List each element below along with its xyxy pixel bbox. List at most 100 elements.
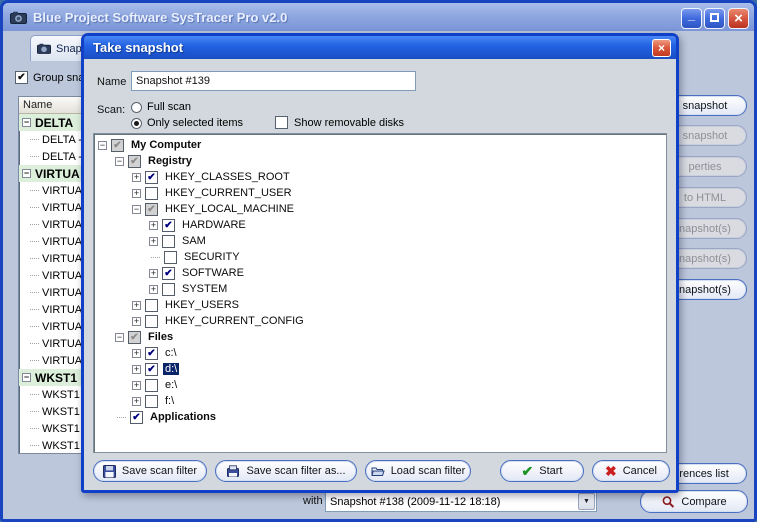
start-button[interactable]: ✔ Start <box>500 460 584 482</box>
tree-row-label[interactable]: d:\ <box>163 363 179 375</box>
checkbox-unchecked-icon[interactable] <box>145 299 158 312</box>
expand-icon[interactable]: + <box>149 237 158 246</box>
collapse-icon[interactable]: − <box>132 205 141 214</box>
checkbox-checked-icon[interactable]: ✔ <box>145 171 158 184</box>
checkbox-checked-icon: ✔ <box>15 71 28 84</box>
expand-icon[interactable]: + <box>132 349 141 358</box>
tree-line <box>151 257 160 258</box>
with-label: with <box>303 495 323 507</box>
tree-row[interactable]: + SAM <box>98 233 666 249</box>
checkbox-checked-icon[interactable]: ✔ <box>130 411 143 424</box>
expand-icon[interactable]: + <box>149 221 158 230</box>
expand-icon[interactable]: + <box>149 285 158 294</box>
client-area: Snaps ✔ Group sna Name −DELTADELTA -DELT… <box>3 31 754 519</box>
group-snapshots-checkbox[interactable]: ✔ Group sna <box>15 71 84 84</box>
collapse-icon[interactable]: − <box>115 157 124 166</box>
tree-row[interactable]: SECURITY <box>98 249 666 265</box>
save-scan-filter-button[interactable]: Save scan filter <box>93 460 207 482</box>
checkbox-tristate-icon[interactable]: ✔ <box>128 155 141 168</box>
tree-row[interactable]: + ✔ d:\ <box>98 361 666 377</box>
checkbox-unchecked-icon[interactable] <box>145 315 158 328</box>
checkbox-unchecked-icon[interactable] <box>145 379 158 392</box>
window-title: Blue Project Software SysTracer Pro v2.0 <box>33 10 287 25</box>
tree-row-label[interactable]: HKEY_CURRENT_USER <box>163 187 294 199</box>
checkbox-tristate-icon[interactable]: ✔ <box>128 331 141 344</box>
tree-row-label[interactable]: Applications <box>148 411 218 423</box>
checkbox-tristate-icon[interactable]: ✔ <box>111 139 124 152</box>
tree-row[interactable]: + f:\ <box>98 393 666 409</box>
tree-line <box>30 394 39 395</box>
compare-snapshot-select[interactable]: Snapshot #138 (2009-11-12 18:18) ▼ <box>325 491 597 512</box>
tree-row[interactable]: + e:\ <box>98 377 666 393</box>
expand-icon[interactable]: + <box>132 381 141 390</box>
checkbox-unchecked-icon[interactable] <box>162 283 175 296</box>
tree-row-label[interactable]: SECURITY <box>182 251 242 263</box>
tree-row[interactable]: + ✔ HARDWARE <box>98 217 666 233</box>
load-scan-filter-button[interactable]: Load scan filter <box>365 460 471 482</box>
radio-full-scan[interactable]: Full scan <box>131 101 191 113</box>
tree-row[interactable]: + ✔ SOFTWARE <box>98 265 666 281</box>
save-scan-filter-as-button[interactable]: Save scan filter as... <box>215 460 357 482</box>
tree-row[interactable]: + HKEY_CURRENT_CONFIG <box>98 313 666 329</box>
tree-row[interactable]: −✔ Registry <box>98 153 666 169</box>
checkbox-unchecked-icon[interactable] <box>164 251 177 264</box>
expand-icon[interactable]: + <box>132 301 141 310</box>
tree-row[interactable]: −✔ My Computer <box>98 137 666 153</box>
checkbox-checked-icon[interactable]: ✔ <box>145 363 158 376</box>
checkbox-unchecked-icon[interactable] <box>162 235 175 248</box>
expand-icon[interactable]: + <box>132 317 141 326</box>
checkbox-unchecked-icon[interactable] <box>145 395 158 408</box>
expand-icon[interactable]: + <box>132 397 141 406</box>
radio-only-selected-items[interactable]: Only selected items <box>131 117 243 129</box>
expand-icon[interactable]: + <box>132 173 141 182</box>
group-snapshots-label: Group sna <box>33 72 84 84</box>
tree-row[interactable]: + HKEY_USERS <box>98 297 666 313</box>
tree-row-label[interactable]: c:\ <box>163 347 179 359</box>
dialog-close-button[interactable]: × <box>652 39 671 57</box>
expand-icon[interactable]: + <box>149 269 158 278</box>
tree-row-label[interactable]: f:\ <box>163 395 176 407</box>
tree-row-label[interactable]: HKEY_CURRENT_CONFIG <box>163 315 306 327</box>
tree-row-label[interactable]: HKEY_USERS <box>163 299 241 311</box>
tree-row[interactable]: −✔ Files <box>98 329 666 345</box>
checkbox-unchecked-icon[interactable] <box>145 187 158 200</box>
tree-row[interactable]: ✔ Applications <box>98 409 666 425</box>
snapshot-name-input[interactable] <box>131 71 416 91</box>
checkbox-tristate-icon[interactable]: ✔ <box>145 203 158 216</box>
expand-icon[interactable]: + <box>132 365 141 374</box>
maximize-button[interactable] <box>704 8 725 29</box>
checkbox-checked-icon[interactable]: ✔ <box>145 347 158 360</box>
tree-row-label[interactable]: e:\ <box>163 379 179 391</box>
tree-row-label[interactable]: HKEY_CLASSES_ROOT <box>163 171 292 183</box>
tree-row-label[interactable]: SOFTWARE <box>180 267 246 279</box>
side-action-label: napshot(s) <box>679 223 731 235</box>
chevron-down-icon[interactable]: ▼ <box>578 493 595 510</box>
cancel-button[interactable]: ✖ Cancel <box>592 460 670 482</box>
collapse-icon[interactable]: − <box>22 373 31 382</box>
tree-row-label[interactable]: SAM <box>180 235 208 247</box>
tree-row-label[interactable]: Registry <box>146 155 194 167</box>
collapse-icon[interactable]: − <box>98 141 107 150</box>
scan-selection-tree: −✔My Computer−✔Registry+✔HKEY_CLASSES_RO… <box>93 133 667 453</box>
close-button[interactable]: × <box>728 8 749 29</box>
collapse-icon[interactable]: − <box>22 169 31 178</box>
minimize-button[interactable]: _ <box>681 8 702 29</box>
compare-button[interactable]: Compare <box>640 490 748 513</box>
tree-row-label[interactable]: My Computer <box>129 139 203 151</box>
tree-row[interactable]: + HKEY_CURRENT_USER <box>98 185 666 201</box>
tree-row[interactable]: + ✔ HKEY_CLASSES_ROOT <box>98 169 666 185</box>
checkbox-checked-icon[interactable]: ✔ <box>162 267 175 280</box>
tree-row[interactable]: −✔ HKEY_LOCAL_MACHINE <box>98 201 666 217</box>
checkbox-checked-icon[interactable]: ✔ <box>162 219 175 232</box>
tree-row[interactable]: + SYSTEM <box>98 281 666 297</box>
tree-row-label[interactable]: HKEY_LOCAL_MACHINE <box>163 203 296 215</box>
radio-on-icon <box>131 118 142 129</box>
tree-row-label[interactable]: HARDWARE <box>180 219 248 231</box>
tree-row-label[interactable]: Files <box>146 331 175 343</box>
expand-icon[interactable]: + <box>132 189 141 198</box>
collapse-icon[interactable]: − <box>115 333 124 342</box>
tree-row-label[interactable]: SYSTEM <box>180 283 229 295</box>
show-removable-disks-checkbox[interactable]: Show removable disks <box>275 116 404 129</box>
tree-row[interactable]: + ✔ c:\ <box>98 345 666 361</box>
collapse-icon[interactable]: − <box>22 118 31 127</box>
